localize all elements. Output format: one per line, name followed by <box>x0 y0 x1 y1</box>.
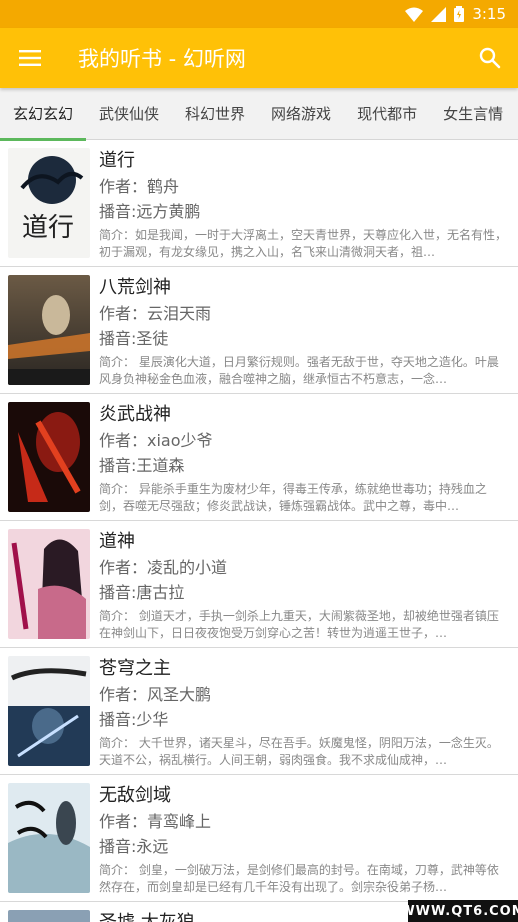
book-cover <box>8 910 90 922</box>
book-narrator: 播音:圣徒 <box>99 329 169 348</box>
book-item[interactable]: 道行 道行 作者：鹤舟 播音:远方黄鹏 简介：如是我闻，一时于大浮离土，空天青世… <box>0 140 518 267</box>
book-cover <box>8 783 90 893</box>
book-title: 八荒剑神 <box>99 277 171 298</box>
book-narrator: 播音:永远 <box>99 837 169 856</box>
book-cover <box>8 529 90 639</box>
tab-wuxia[interactable]: 武侠仙侠 <box>86 88 172 140</box>
book-author: 作者：青鸾峰上 <box>99 812 212 831</box>
book-intro: 简介： 剑道天才，手执一剑杀上九重天，大闹紫薇圣地，却被绝世强者镇压在神剑山下，… <box>99 609 499 640</box>
tab-wangyou[interactable]: 网络游戏 <box>258 88 344 140</box>
book-intro: 简介：如是我闻，一时于大浮离土，空天青世界，天尊应化入世，无名有性，初于漏观，有… <box>99 228 508 259</box>
search-icon <box>479 47 501 69</box>
book-item[interactable]: 道神 作者：凌乱的小道 播音:唐古拉 简介： 剑道天才，手执一剑杀上九重天，大闹… <box>0 521 518 648</box>
site-watermark: WWW.QT6.COM <box>400 900 518 922</box>
book-author: 作者：风圣大鹏 <box>99 685 212 704</box>
tab-dushi[interactable]: 现代都市 <box>344 88 430 140</box>
wifi-icon <box>405 7 424 22</box>
tab-yanqing[interactable]: 女生言情 <box>430 88 516 140</box>
book-narrator: 播音:少华 <box>99 710 169 729</box>
book-title: 苍穹之主 <box>99 658 171 679</box>
book-narrator: 播音:王道森 <box>99 456 185 475</box>
status-bar: 3:15 <box>0 0 518 28</box>
book-cover <box>8 656 90 766</box>
book-cover: 道行 <box>8 148 90 258</box>
book-author: 作者：凌乱的小道 <box>99 558 228 577</box>
book-item[interactable]: 无敌剑域 作者：青鸾峰上 播音:永远 简介： 剑皇，一剑破万法，是剑修们最高的封… <box>0 775 518 902</box>
menu-button[interactable] <box>0 28 60 88</box>
book-intro: 简介： 异能杀手重生为废材少年，得毒王传承，练就绝世毒功；持残血之剑，吞噬无尽强… <box>99 482 487 513</box>
signal-icon <box>431 6 447 22</box>
book-title: 道神 <box>99 531 135 552</box>
status-time: 3:15 <box>472 5 506 23</box>
book-author: 作者：xiao少爷 <box>99 431 213 450</box>
book-intro: 简介： 大千世界，诸天星斗，尽在吾手。妖魔鬼怪，阴阳万法，一念生灭。天道不公，祸… <box>99 736 499 767</box>
book-list: 道行 道行 作者：鹤舟 播音:远方黄鹏 简介：如是我闻，一时于大浮离土，空天青世… <box>0 140 518 922</box>
book-intro: 简介： 星辰演化大道，日月繁衍规则。强者无敌于世，夺天地之造化。叶晨风身负神秘金… <box>99 355 499 386</box>
book-narrator: 播音:远方黄鹏 <box>99 202 201 221</box>
book-item[interactable]: 八荒剑神 作者：云泪天雨 播音:圣徒 简介： 星辰演化大道，日月繁衍规则。强者无… <box>0 267 518 394</box>
book-cover <box>8 275 90 385</box>
book-title: 炎武战神 <box>99 404 171 425</box>
book-title: 无敌剑域 <box>99 785 171 806</box>
book-item[interactable]: 苍穹之主 作者：风圣大鹏 播音:少华 简介： 大千世界，诸天星斗，尽在吾手。妖魔… <box>0 648 518 775</box>
tab-xuanhuan[interactable]: 玄幻玄幻 <box>0 88 87 141</box>
book-author: 作者：云泪天雨 <box>99 304 212 323</box>
app-title: 我的听书 - 幻听网 <box>78 47 246 71</box>
hamburger-icon <box>19 50 41 66</box>
svg-text:道行: 道行 <box>22 213 74 243</box>
book-title: 道行 <box>99 150 135 171</box>
battery-icon <box>454 6 465 22</box>
book-cover <box>8 402 90 512</box>
tab-kehuan[interactable]: 科幻世界 <box>172 88 258 140</box>
search-button[interactable] <box>462 28 518 88</box>
app-bar: 我的听书 - 幻听网 <box>0 28 518 88</box>
book-narrator: 播音:唐古拉 <box>99 583 185 602</box>
book-intro: 简介： 剑皇，一剑破万法，是剑修们最高的封号。在南域，刀尊，武神等依然存在，而剑… <box>99 863 499 894</box>
category-tabs: 玄幻玄幻 武侠仙侠 科幻世界 网络游戏 现代都市 女生言情 <box>0 88 518 141</box>
book-item[interactable]: 炎武战神 作者：xiao少爷 播音:王道森 简介： 异能杀手重生为废材少年，得毒… <box>0 394 518 521</box>
book-author: 作者：鹤舟 <box>99 177 180 196</box>
